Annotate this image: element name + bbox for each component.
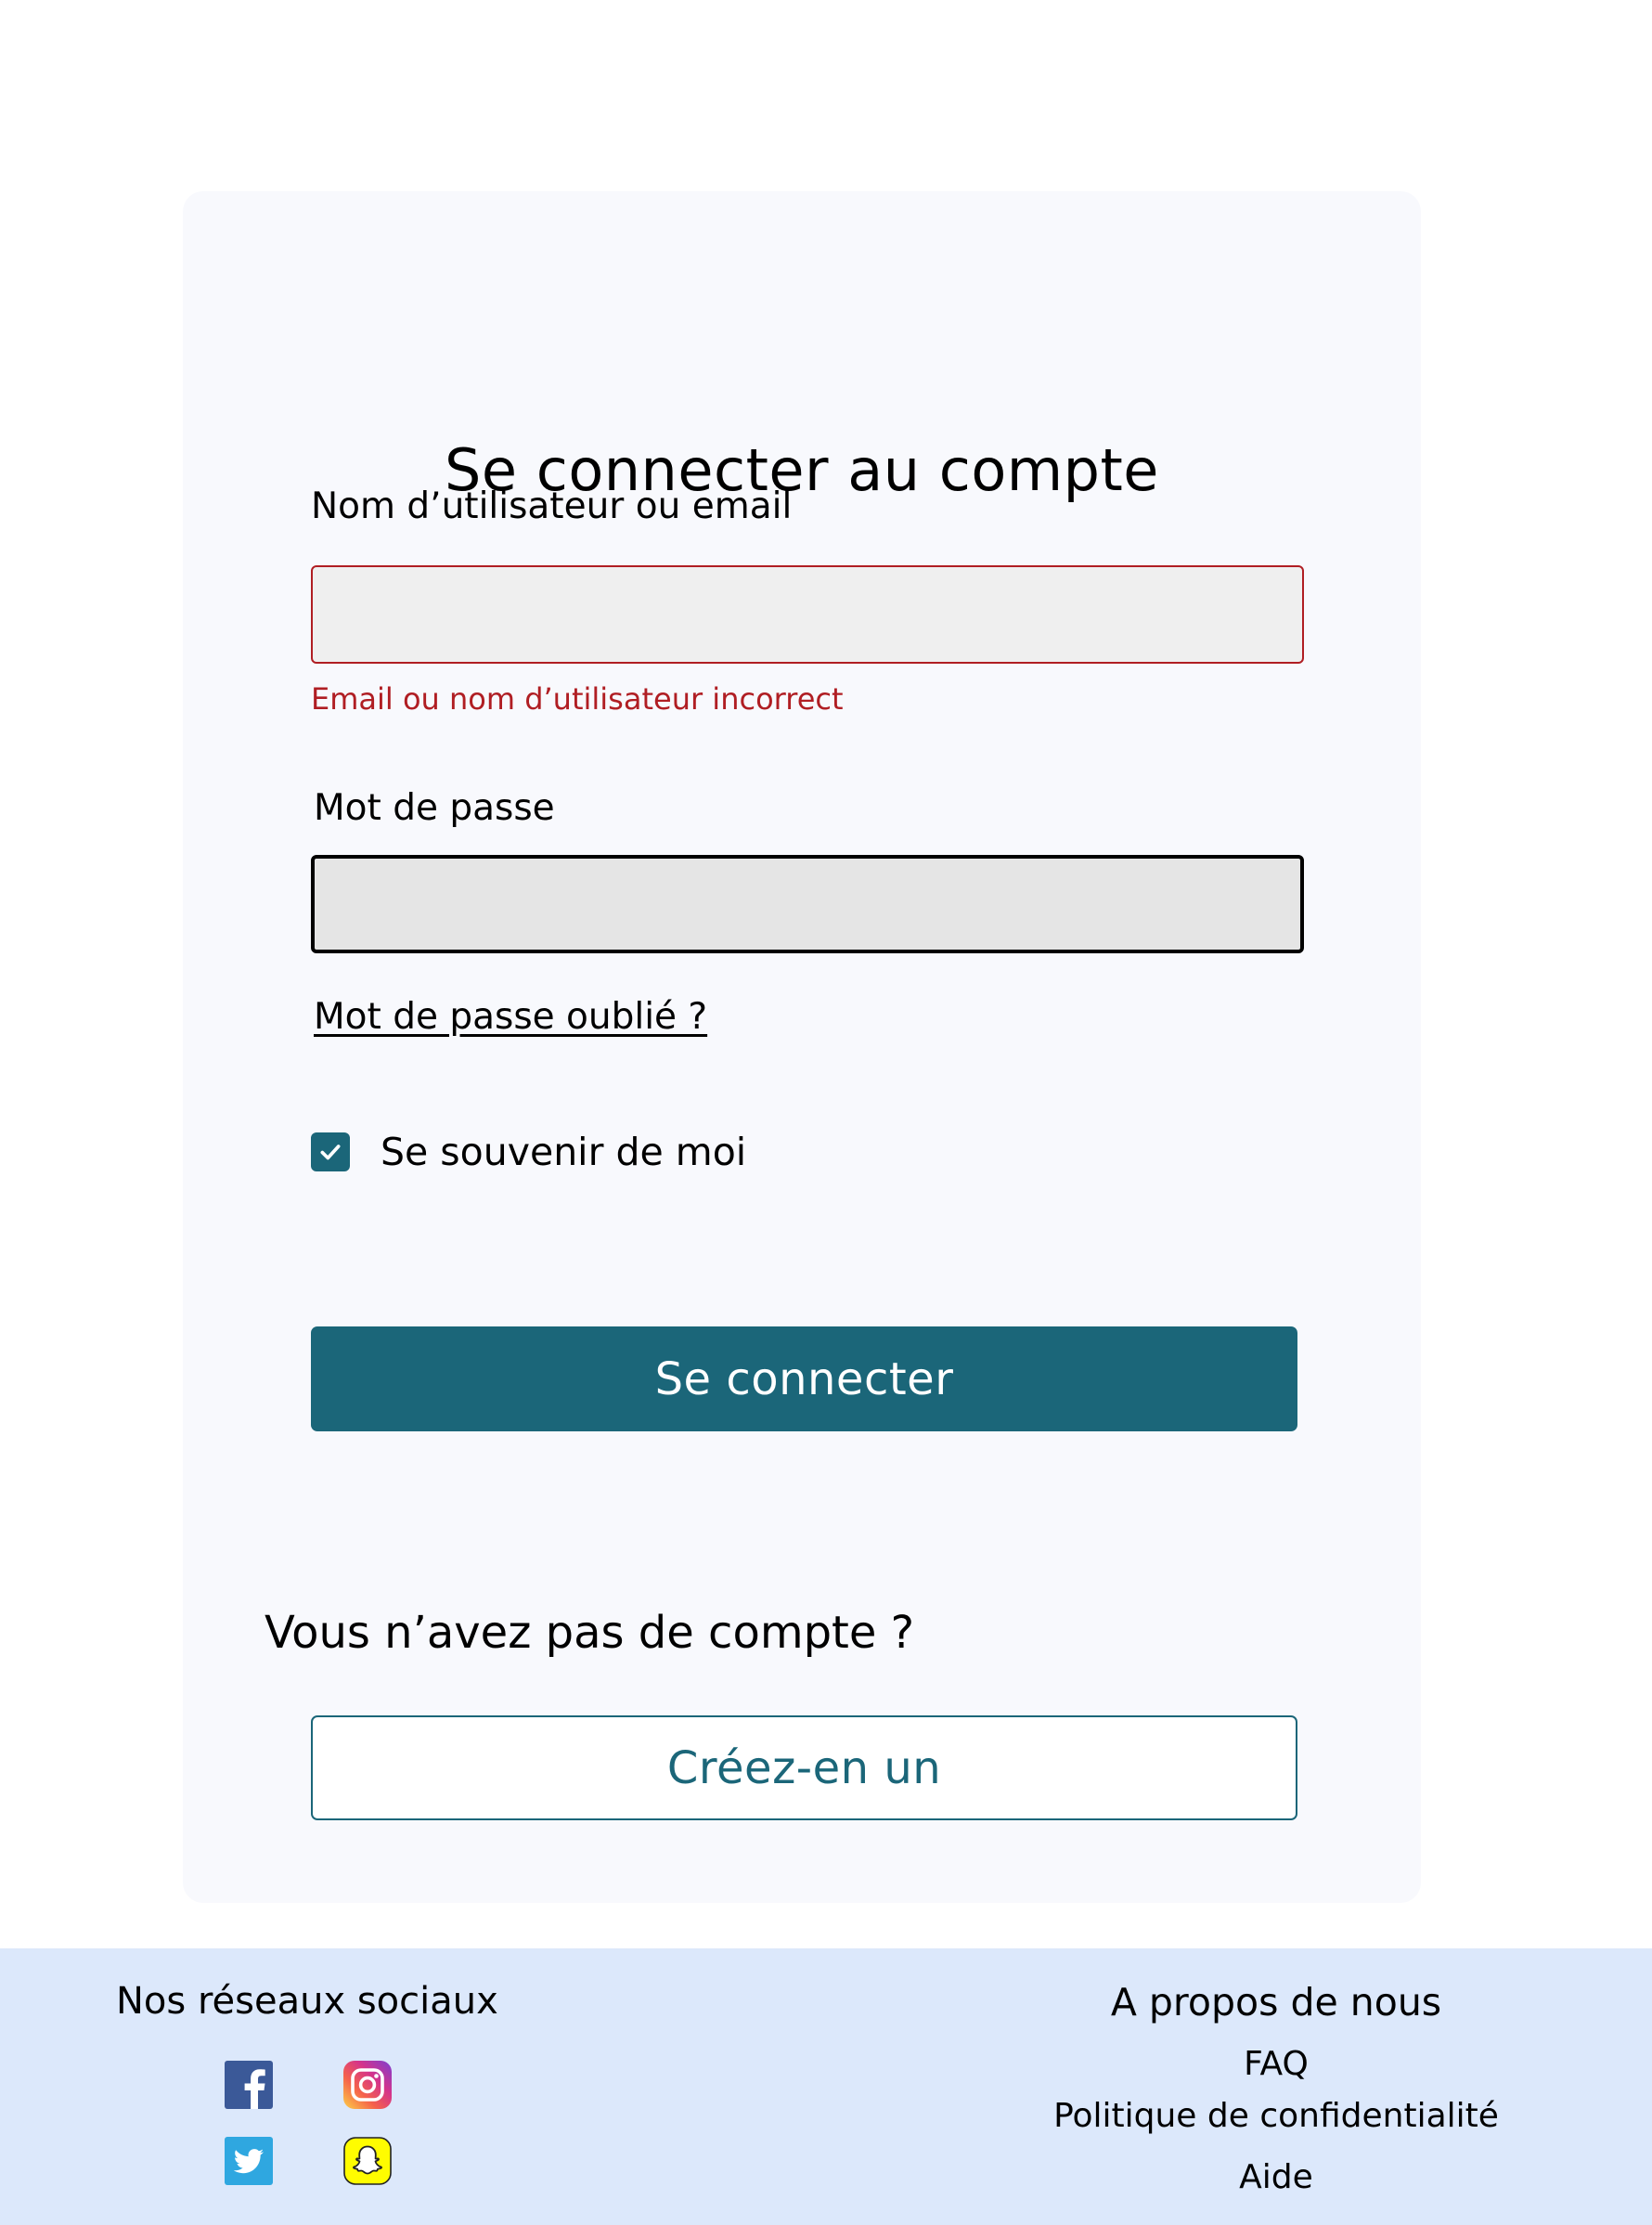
no-account-prompt: Vous n’avez pas de compte ?	[265, 1607, 915, 1659]
snapchat-icon[interactable]	[343, 2137, 392, 2185]
about-section: A propos de nous FAQ Politique de confid…	[1030, 1984, 1522, 2194]
instagram-icon[interactable]	[343, 2061, 392, 2109]
create-account-button[interactable]: Créez-en un	[311, 1715, 1297, 1820]
username-label: Nom d’utilisateur ou email	[311, 485, 793, 527]
checkbox-checked-icon[interactable]	[311, 1132, 350, 1171]
username-input[interactable]	[311, 565, 1304, 664]
username-error-message: Email ou nom d’utilisateur incorrect	[311, 681, 844, 717]
forgot-password-link[interactable]: Mot de passe oublié ?	[314, 999, 707, 1035]
remember-me-checkbox[interactable]: Se souvenir de moi	[311, 1132, 746, 1171]
faq-link[interactable]: FAQ	[1030, 2048, 1522, 2081]
twitter-icon[interactable]	[225, 2137, 273, 2185]
password-input[interactable]	[311, 855, 1304, 953]
remember-me-label: Se souvenir de moi	[381, 1129, 747, 1174]
footer: Nos réseaux sociaux A propos de nous FAQ…	[0, 1948, 1652, 2225]
help-link[interactable]: Aide	[1030, 2161, 1522, 2194]
about-title: A propos de nous	[1110, 1980, 1442, 2024]
social-title: Nos réseaux sociaux	[116, 1980, 498, 2023]
password-label: Mot de passe	[314, 787, 555, 829]
privacy-policy-link[interactable]: Politique de confidentialité	[1030, 2100, 1522, 2133]
facebook-icon[interactable]	[225, 2061, 273, 2109]
login-button[interactable]: Se connecter	[311, 1326, 1297, 1431]
